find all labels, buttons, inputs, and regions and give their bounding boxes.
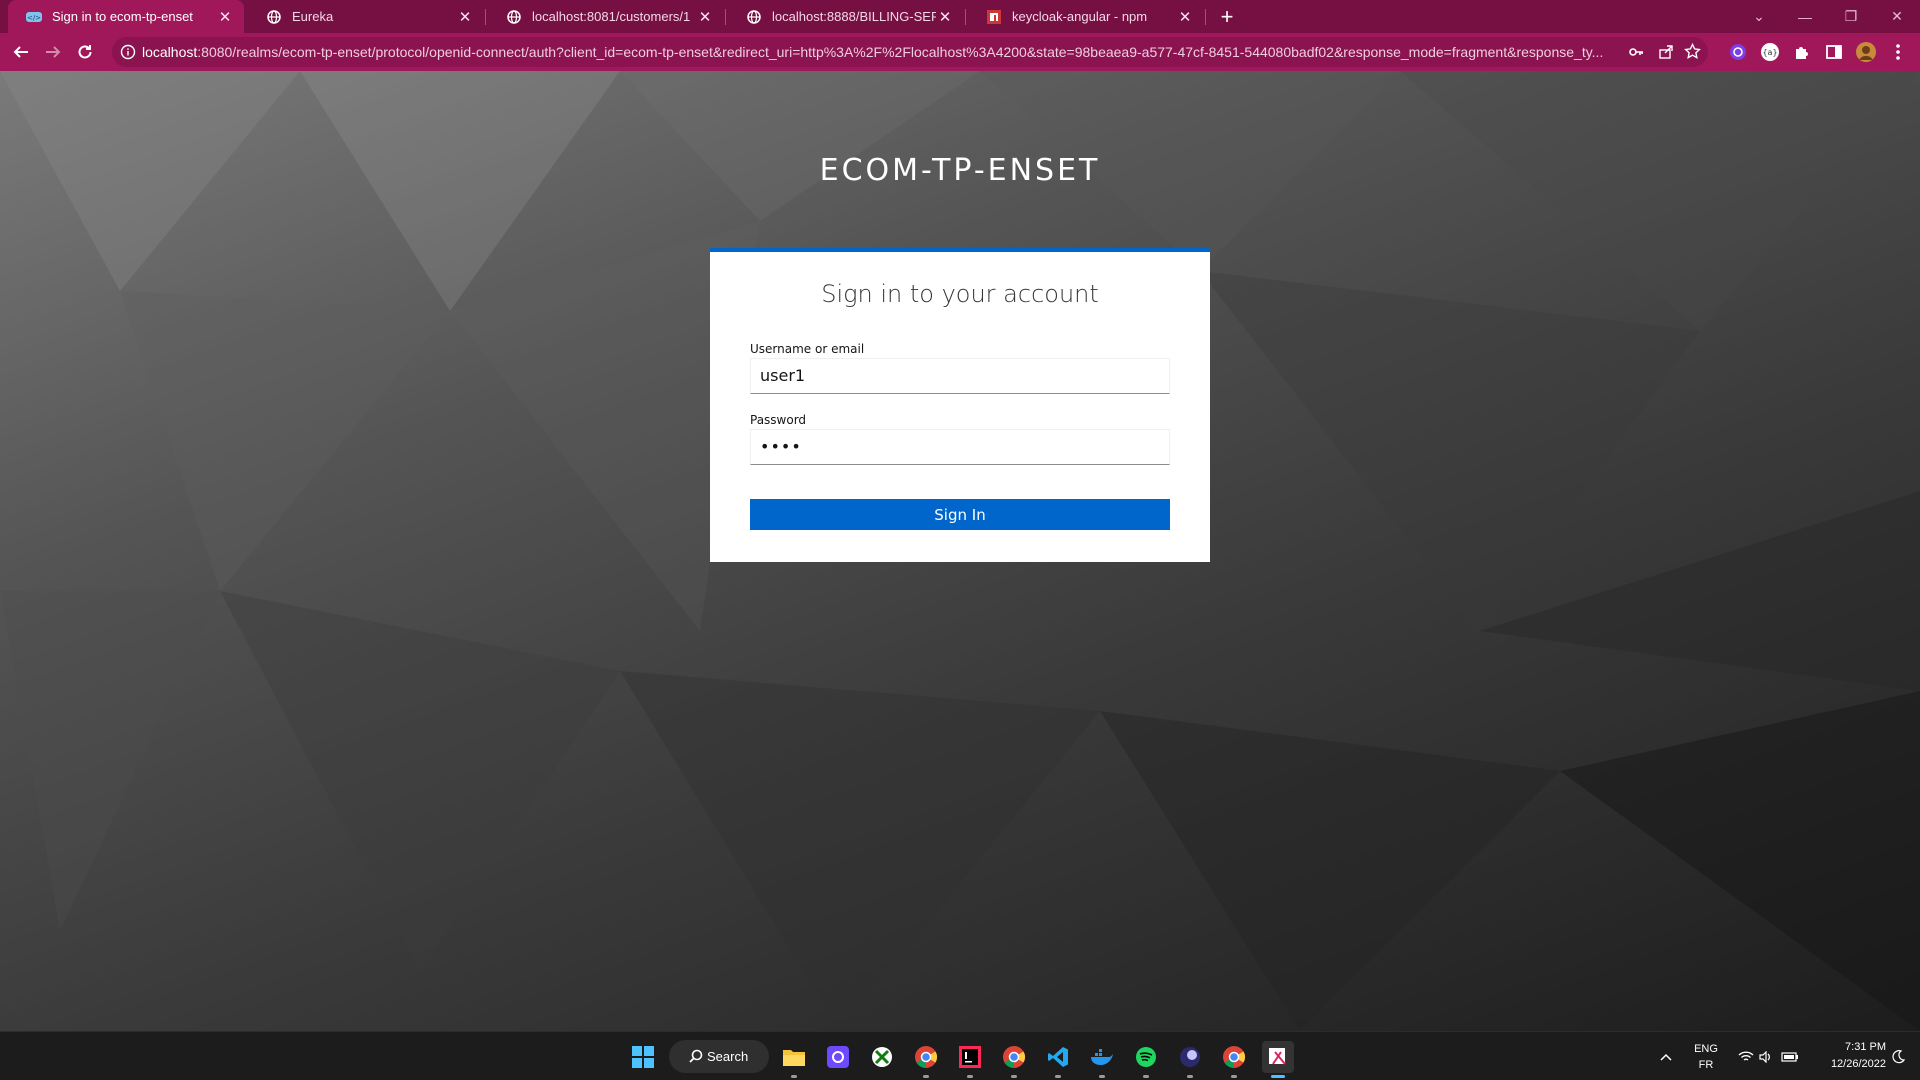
- windows-taskbar: Search ENG FR 7:31 PM 12/26/2022: [0, 1031, 1920, 1080]
- file-explorer-icon[interactable]: [778, 1041, 810, 1078]
- tab-separator: [1205, 9, 1206, 25]
- chrome-profile-1-icon[interactable]: [910, 1041, 942, 1078]
- new-tab-button[interactable]: +: [1214, 4, 1240, 30]
- do-not-disturb-moon-icon[interactable]: [1888, 1041, 1908, 1073]
- svg-text:{a}: {a}: [1762, 48, 1777, 57]
- close-icon[interactable]: ✕: [1176, 8, 1194, 26]
- windows-start-icon[interactable]: [627, 1041, 659, 1073]
- tab-sign-in[interactable]: </> Sign in to ecom-tp-enset ✕: [8, 0, 244, 33]
- tab-keycloak-npm[interactable]: keycloak-angular - npm ✕: [968, 0, 1204, 33]
- clock-time[interactable]: 7:31 PM: [1806, 1041, 1886, 1053]
- active-indicator: [1271, 1075, 1285, 1078]
- browser-menu-icon[interactable]: [1884, 38, 1912, 66]
- globe-icon: [266, 9, 282, 25]
- tab-separator: [725, 9, 726, 25]
- running-indicator: [791, 1075, 797, 1078]
- running-indicator: [1143, 1075, 1149, 1078]
- running-indicator: [1187, 1075, 1193, 1078]
- globe-icon: [746, 9, 762, 25]
- tab-search-icon[interactable]: ⌄: [1736, 0, 1782, 33]
- restore-icon[interactable]: ❐: [1828, 0, 1874, 33]
- side-panel-icon[interactable]: [1820, 38, 1848, 66]
- card-title: Sign in to your account: [821, 280, 1099, 308]
- running-indicator: [1231, 1075, 1237, 1078]
- address-bar[interactable]: localhost:8080/realms/ecom-tp-enset/prot…: [112, 37, 1708, 67]
- profile-avatar-icon[interactable]: [1852, 38, 1880, 66]
- bookmark-star-icon[interactable]: [1684, 42, 1701, 65]
- username-input[interactable]: user1: [750, 358, 1170, 394]
- back-icon[interactable]: [7, 38, 35, 66]
- site-info-icon[interactable]: [120, 44, 136, 65]
- url-text: localhost:8080/realms/ecom-tp-enset/prot…: [142, 37, 1642, 67]
- tab-title: localhost:8081/customers/1: [532, 9, 691, 24]
- login-card: Sign in to your account Username or emai…: [710, 248, 1210, 562]
- share-icon[interactable]: [1658, 44, 1674, 65]
- media-app-icon[interactable]: [1174, 1041, 1206, 1078]
- close-icon[interactable]: ✕: [216, 8, 234, 26]
- search-label: Search: [707, 1049, 749, 1064]
- realm-title: ECOM-TP-ENSET: [819, 153, 1101, 188]
- username-label: Username or email: [750, 342, 865, 356]
- tab-title: localhost:8888/BILLING-SERVICE/: [772, 9, 936, 24]
- running-indicator: [1011, 1075, 1017, 1078]
- docker-icon[interactable]: [1086, 1041, 1118, 1078]
- chevron-up-icon[interactable]: [1656, 1041, 1676, 1073]
- reload-icon[interactable]: [71, 38, 99, 66]
- battery-icon[interactable]: [1778, 1041, 1802, 1073]
- url-path: :8080/realms/ecom-tp-enset/protocol/open…: [197, 44, 1604, 60]
- minimize-icon[interactable]: —: [1782, 0, 1828, 33]
- browser-toolbar: localhost:8080/realms/ecom-tp-enset/prot…: [0, 33, 1920, 71]
- close-window-icon[interactable]: ✕: [1874, 0, 1920, 33]
- keycloak-login-page: ECOM-TP-ENSET Sign in to your account Us…: [0, 71, 1920, 1031]
- proton-app-icon[interactable]: [822, 1041, 854, 1073]
- npm-icon: [986, 9, 1002, 25]
- tab-billing-service[interactable]: localhost:8888/BILLING-SERVICE/ ✕: [728, 0, 964, 33]
- search-icon: [689, 1049, 703, 1066]
- globe-icon: [506, 9, 522, 25]
- chrome-profile-2-icon[interactable]: [998, 1041, 1030, 1078]
- forward-icon[interactable]: [39, 38, 67, 66]
- tab-customers[interactable]: localhost:8081/customers/1 ✕: [488, 0, 724, 33]
- close-icon[interactable]: ✕: [696, 8, 714, 26]
- xbox-icon[interactable]: [866, 1041, 898, 1073]
- spotify-icon[interactable]: [1130, 1041, 1162, 1078]
- sign-in-button[interactable]: Sign In: [750, 499, 1170, 530]
- snipping-tool-icon[interactable]: [1262, 1041, 1294, 1078]
- running-indicator: [923, 1075, 929, 1078]
- chrome-profile-3-icon[interactable]: [1218, 1041, 1250, 1078]
- key-icon[interactable]: [1628, 44, 1644, 65]
- running-indicator: [1055, 1075, 1061, 1078]
- extensions-puzzle-icon[interactable]: [1788, 38, 1816, 66]
- intellij-icon[interactable]: [954, 1041, 986, 1078]
- wifi-icon[interactable]: [1736, 1041, 1756, 1073]
- close-icon[interactable]: ✕: [936, 8, 954, 26]
- tab-eureka[interactable]: Eureka ✕: [248, 0, 484, 33]
- tab-title: Eureka: [292, 9, 334, 24]
- vscode-icon[interactable]: [1042, 1041, 1074, 1078]
- tab-title: keycloak-angular - npm: [1012, 9, 1148, 24]
- password-input[interactable]: ••••: [750, 429, 1170, 465]
- close-icon[interactable]: ✕: [456, 8, 474, 26]
- password-label: Password: [750, 413, 807, 427]
- browser-tab-strip: </> Sign in to ecom-tp-enset ✕ Eureka ✕ …: [0, 0, 1920, 33]
- input-language-top[interactable]: ENG: [1688, 1043, 1724, 1055]
- taskbar-search[interactable]: Search: [669, 1040, 769, 1073]
- url-host: localhost: [142, 44, 198, 60]
- clock-date[interactable]: 12/26/2022: [1806, 1058, 1886, 1070]
- keycloak-icon: </>: [26, 9, 42, 25]
- volume-icon[interactable]: [1756, 1041, 1776, 1073]
- tab-separator: [485, 9, 486, 25]
- running-indicator: [1099, 1075, 1105, 1078]
- extension-purple-icon[interactable]: [1724, 38, 1752, 66]
- extension-json-icon[interactable]: {a}: [1756, 38, 1784, 66]
- running-indicator: [967, 1075, 973, 1078]
- tab-separator: [965, 9, 966, 25]
- input-language-bottom[interactable]: FR: [1688, 1059, 1724, 1071]
- svg-text:</>: </>: [27, 14, 41, 22]
- tab-title: Sign in to ecom-tp-enset: [52, 9, 193, 24]
